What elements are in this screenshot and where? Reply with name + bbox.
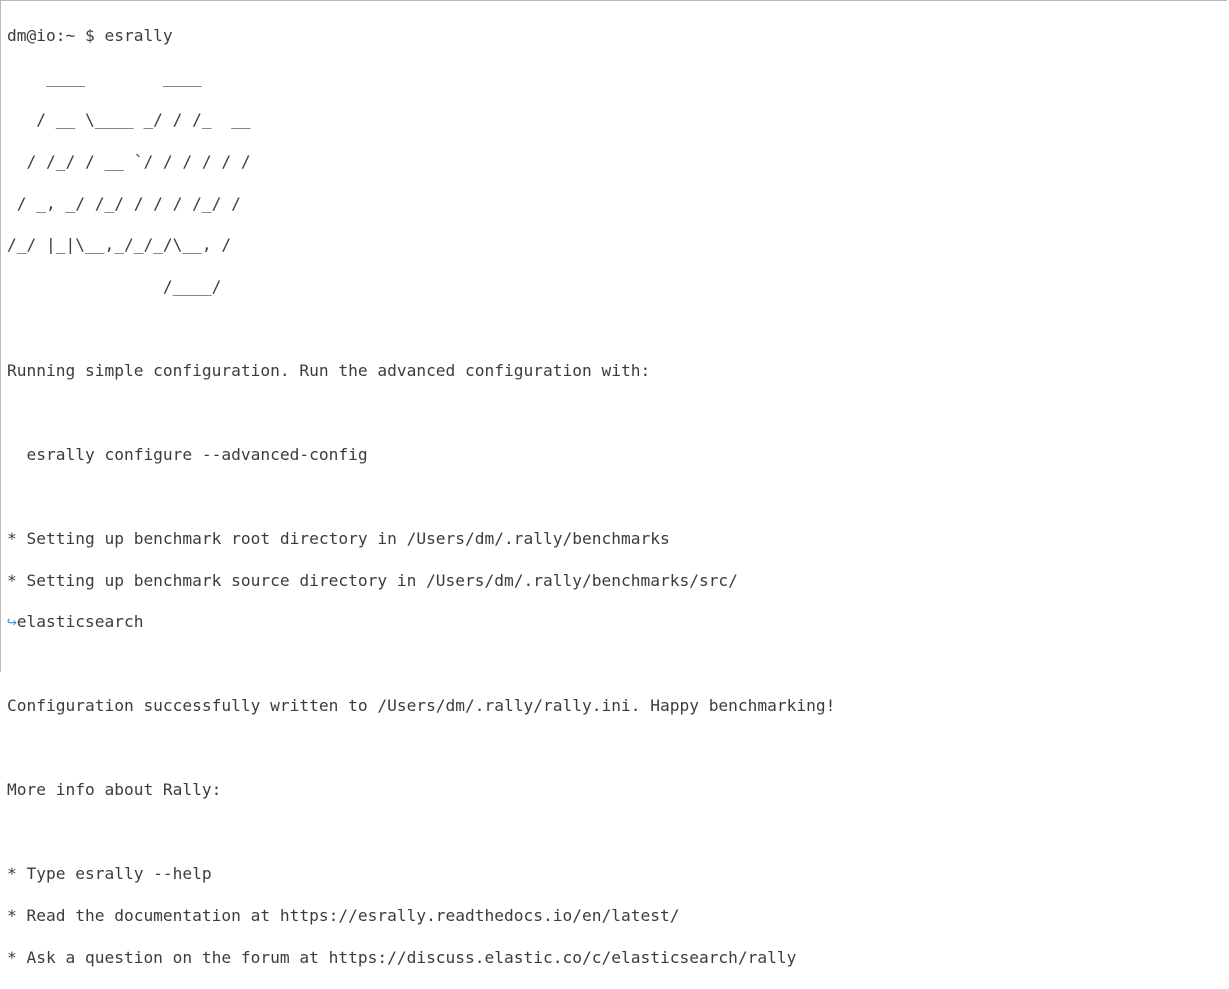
banner-line: / _, _/ /_/ / / / /_/ /	[7, 193, 241, 213]
prompt-line: dm@io:~ $ esrally	[7, 25, 173, 45]
setup-source-continuation-text: elasticsearch	[16, 612, 144, 632]
terminal-output: dm@io:~ $ esrally ____ ____ / __ \____ _…	[0, 0, 1227, 967]
setup-source-line: * Setting up benchmark source directory …	[7, 570, 738, 590]
advanced-config-command: esrally configure --advanced-config	[7, 444, 368, 464]
running-message: Running simple configuration. Run the ad…	[7, 361, 651, 381]
info-item: * Ask a question on the forum at https:/…	[7, 947, 797, 967]
banner-line: / __ \____ _/ / /_ __	[7, 109, 251, 129]
banner-line: /____/	[7, 277, 222, 297]
more-info-heading: More info about Rally:	[7, 779, 222, 799]
banner-line: ____ ____	[7, 67, 202, 87]
setup-source-continuation: ↪elasticsearch	[7, 612, 1227, 633]
info-item: * Type esrally --help	[7, 863, 212, 883]
line-continuation-icon: ↪	[7, 612, 17, 632]
banner-line: / /_/ / __ `/ / / / / /	[7, 151, 251, 171]
info-item: * Read the documentation at https://esra…	[7, 905, 680, 925]
banner-line: /_/ |_|\__,_/_/_/\__, /	[7, 235, 232, 255]
setup-root-line: * Setting up benchmark root directory in…	[7, 528, 670, 548]
config-written-line: Configuration successfully written to /U…	[7, 696, 836, 716]
